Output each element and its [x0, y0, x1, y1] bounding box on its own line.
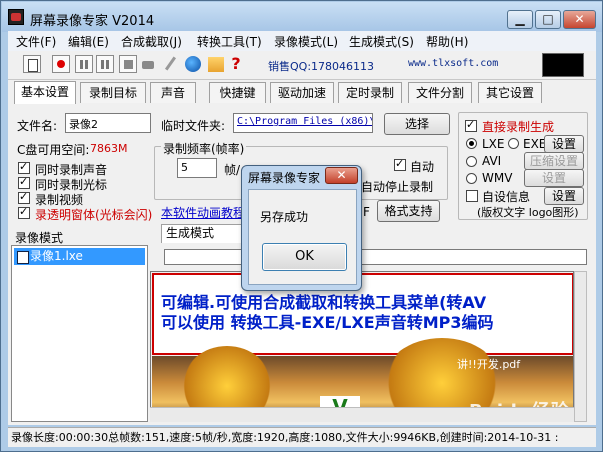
wmv-radio[interactable]: [466, 173, 477, 184]
settings-tabs: 基本设置 录制目标 声音 快捷键 驱动加速 定时录制 文件分割 其它设置: [8, 81, 596, 104]
menu-file[interactable]: 文件(F): [16, 33, 56, 50]
video-checkbox[interactable]: [18, 190, 30, 204]
custom-info-checkbox[interactable]: [466, 190, 478, 202]
stop-icon[interactable]: [119, 55, 137, 73]
tab-sound[interactable]: 声音: [150, 82, 196, 103]
menu-edit[interactable]: 编辑(E): [68, 33, 109, 50]
menu-generate-mode[interactable]: 生成模式(S): [349, 33, 414, 50]
title-bar: 屏幕录像专家 V2014 ▁ □ ✕: [2, 2, 602, 32]
main-window: 屏幕录像专家 V2014 ▁ □ ✕ 文件(F) 编辑(E) 合成截取(J) 转…: [0, 0, 603, 452]
gift-icon[interactable]: [208, 57, 224, 72]
disk-space-value: 7863M: [90, 142, 128, 155]
exe-radio[interactable]: [508, 138, 519, 149]
wmv-label: WMV: [482, 171, 513, 185]
minimize-button[interactable]: ▁: [507, 10, 533, 29]
pen-icon[interactable]: [162, 55, 180, 73]
filename-label: 文件名:: [17, 119, 58, 133]
transparent-label: 录透明窗体(光标会闪): [35, 208, 153, 222]
globe-icon[interactable]: [185, 56, 201, 72]
framerate-label: 录制频率(帧率): [161, 140, 247, 157]
preview-thumbnail: [542, 53, 584, 77]
compress-settings-button[interactable]: 压缩设置: [524, 152, 584, 170]
copyright-label: (版权文字 logo图形): [477, 206, 579, 219]
tempdir-label: 临时文件夹:: [161, 119, 226, 133]
window-title: 屏幕录像专家 V2014: [30, 14, 155, 29]
menu-record-mode[interactable]: 录像模式(L): [274, 33, 338, 50]
lxe-label: LXE: [482, 137, 505, 151]
vertical-scrollbar[interactable]: [574, 271, 587, 422]
custom-info-settings-button[interactable]: 设置: [544, 187, 584, 205]
horizontal-scrollbar[interactable]: [150, 407, 574, 422]
cursor-checkbox[interactable]: [18, 175, 30, 189]
tab-target[interactable]: 录制目标: [80, 82, 146, 103]
new-doc-icon[interactable]: [23, 55, 41, 73]
auto-stop-label[interactable]: 自动停止录制: [361, 178, 433, 195]
menu-compose[interactable]: 合成截取(J): [121, 33, 182, 50]
exe-label: EXE: [523, 137, 547, 151]
close-button[interactable]: ✕: [563, 10, 596, 29]
direct-gen-label: 直接录制生成: [482, 120, 555, 134]
camera-icon[interactable]: [141, 55, 159, 73]
lxe-settings-button[interactable]: 设置: [544, 135, 584, 153]
dialog-body: 另存成功 OK: [248, 189, 357, 285]
disk-space-label: C盘可用空间:: [17, 143, 90, 157]
menu-bar: 文件(F) 编辑(E) 合成截取(J) 转换工具(T) 录像模式(L) 生成模式…: [8, 31, 596, 51]
lxe-radio[interactable]: [466, 138, 477, 149]
list-item[interactable]: 录像1.lxe: [14, 248, 145, 265]
dialog-title: 屏幕录像专家: [248, 171, 321, 185]
transparent-checkbox[interactable]: [18, 205, 30, 219]
status-bar: 录像长度:00:00:30总帧数:151,速度:5帧/秒,宽度:1920,高度:…: [8, 427, 596, 447]
pause-icon[interactable]: [75, 55, 93, 73]
dialog-close-button[interactable]: ✕: [325, 167, 358, 184]
record-mode-header: 录像模式: [15, 231, 64, 245]
format-prefix: F: [363, 205, 370, 219]
auto-label: 自动: [410, 160, 435, 174]
pause2-icon[interactable]: [96, 55, 114, 73]
direct-gen-checkbox[interactable]: [465, 118, 477, 132]
tab-hotkey[interactable]: 快捷键: [209, 82, 266, 103]
preview-text-box: 可编辑.可使用合成截取和转换工具菜单(转AV 可以使用 转换工具-EXE/LXE…: [152, 273, 573, 355]
tab-other[interactable]: 其它设置: [478, 82, 542, 103]
sound-checkbox[interactable]: [18, 160, 30, 174]
tutorial-link[interactable]: 本软件动画教程: [161, 204, 245, 221]
menu-help[interactable]: 帮助(H): [426, 33, 468, 50]
avi-radio[interactable]: [466, 156, 477, 167]
app-logo-icon: [8, 9, 24, 25]
save-dialog: 屏幕录像专家 ✕ 另存成功 OK: [241, 165, 362, 291]
maximize-button[interactable]: □: [535, 10, 561, 29]
tab-split[interactable]: 文件分割: [408, 82, 472, 103]
filename-input[interactable]: 录像2: [65, 113, 151, 133]
website-link[interactable]: www.tlxsoft.com: [408, 58, 498, 69]
recording-list: 录像1.lxe: [11, 245, 148, 422]
record-icon[interactable]: [52, 55, 70, 73]
avi-label: AVI: [482, 154, 502, 168]
sales-qq: 销售QQ:178046113: [268, 60, 375, 73]
custom-info-label: 自设信息: [482, 190, 531, 204]
tab-driver[interactable]: 驱动加速: [270, 82, 334, 103]
wmv-settings-button[interactable]: 设置: [524, 169, 584, 187]
auto-checkbox[interactable]: [394, 157, 406, 171]
scene-text: 讲!!开发.pdf: [457, 358, 521, 371]
tab-basic[interactable]: 基本设置: [14, 81, 76, 104]
format-support-button[interactable]: 格式支持: [377, 200, 440, 222]
dialog-ok-button[interactable]: OK: [262, 243, 347, 271]
preview-line-2: 可以使用 转换工具-EXE/LXE声音转MP3编码: [161, 313, 494, 332]
menu-convert[interactable]: 转换工具(T): [197, 33, 262, 50]
fps-unit: 帧/: [224, 163, 241, 177]
tab-schedule[interactable]: 定时录制: [338, 82, 402, 103]
progress-field: [164, 249, 587, 265]
select-folder-button[interactable]: 选择: [384, 113, 450, 135]
generate-mode-header[interactable]: 生成模式: [161, 224, 243, 243]
dialog-message: 另存成功: [260, 210, 309, 224]
help-icon[interactable]: ?: [227, 55, 245, 73]
tempdir-input[interactable]: C:\Program Files (x86)\: [233, 113, 373, 133]
framerate-input[interactable]: 5: [177, 158, 217, 178]
